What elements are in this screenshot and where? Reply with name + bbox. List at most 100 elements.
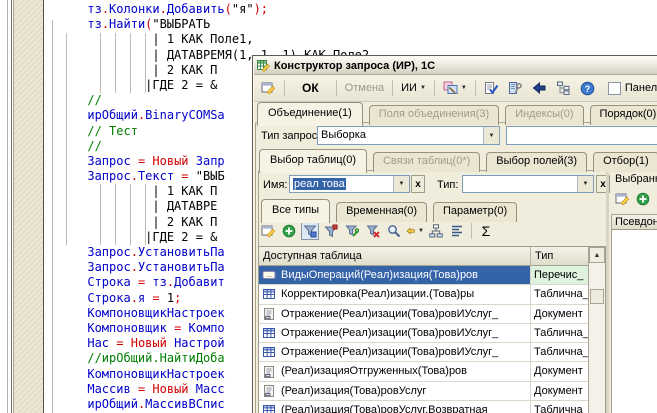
ok-button[interactable]: ОК: [290, 79, 331, 97]
list-settings-button[interactable]: [259, 222, 277, 240]
ii-menu-button[interactable]: ИИ▼: [398, 79, 429, 97]
checkbox-label: Панель паке: [625, 82, 657, 94]
scroll-thumb[interactable]: [590, 289, 604, 304]
main-tab-0[interactable]: Объединение(1): [257, 102, 363, 126]
table-row-0[interactable]: ...ВидыОпераций(Реал)изация(Това)ровПере…: [259, 266, 605, 285]
main-tab-2[interactable]: Индексы(0): [505, 105, 583, 125]
grid-icon: [259, 401, 279, 413]
toolbar-separator: [434, 80, 435, 96]
main-tabs: Объединение(1) Поля объединения(3) Индексы…: [257, 102, 657, 125]
table-type: Таблична_: [531, 285, 589, 303]
toolbar-separator: [471, 223, 472, 239]
toolbar-separator: [475, 80, 476, 96]
tables-grid-header[interactable]: Доступная таблица Тип: [259, 247, 605, 266]
panel-splitter[interactable]: [606, 172, 609, 413]
column-header-type[interactable]: Тип: [531, 247, 589, 265]
add-table-button[interactable]: [280, 222, 298, 240]
checkbox-icon[interactable]: [608, 82, 621, 95]
table-tab-1[interactable]: Связи таблиц(0*): [373, 152, 480, 172]
chevron-down-icon[interactable]: ▼: [393, 176, 409, 192]
sort-list-button[interactable]: [448, 222, 466, 240]
selected-tables-list[interactable]: [611, 229, 657, 413]
show-query-text-button[interactable]: [481, 79, 502, 97]
form-settings-button[interactable]: [258, 79, 279, 97]
name-filter-combo[interactable]: реал това ▼: [289, 175, 410, 193]
dialog-titlebar[interactable]: Конструктор запроса (ИР), 1С: [254, 57, 657, 75]
query-settings-button[interactable]: [505, 79, 526, 97]
selected-panel-toolbar: [613, 190, 657, 208]
table-row-2[interactable]: Отражение(Реал)изации(Това)ровИУслуг_Док…: [259, 305, 605, 324]
filter-used-toggle[interactable]: [301, 222, 319, 240]
svg-text:?: ?: [585, 84, 591, 94]
grid-icon: [259, 324, 279, 342]
table-name: Корректировка(Реал)изации.(Това)ры: [279, 285, 531, 303]
enum-icon: ...: [259, 266, 279, 284]
hierarchy-button[interactable]: [427, 222, 445, 240]
tables-grid-body: ...ВидыОпераций(Реал)изация(Това)ровПере…: [259, 266, 605, 413]
main-tab-1[interactable]: Поля объединения(3): [369, 105, 499, 125]
chevron-down-icon[interactable]: ▼: [577, 176, 593, 192]
batch-panel-checkbox[interactable]: Панель паке: [601, 79, 657, 97]
search-button[interactable]: [385, 222, 403, 240]
table-row-1[interactable]: Корректировка(Реал)изации.(Това)рыТаблич…: [259, 285, 605, 304]
types-tab-2[interactable]: Параметр(0): [433, 202, 517, 222]
name-clear-button[interactable]: x: [411, 175, 425, 193]
table-row-6[interactable]: (Реал)изация(Това)ровУслугДокумент: [259, 382, 605, 401]
table-row-7[interactable]: (Реал)изация(Това)ровУслуг.Возвратная_Та…: [259, 401, 605, 413]
selected-add-button[interactable]: [634, 190, 652, 208]
query-type-combo[interactable]: Выборка ▼: [317, 126, 500, 145]
cancel-button[interactable]: Отмена: [342, 79, 387, 97]
column-header-table[interactable]: Доступная таблица: [259, 247, 531, 265]
selected-settings-button[interactable]: [613, 190, 631, 208]
secondary-field[interactable]: [506, 126, 657, 145]
totals-button[interactable]: Σ: [477, 222, 495, 240]
table-name: (Реал)изация(Това)ровУслуг: [279, 382, 531, 400]
help-button[interactable]: ?: [577, 79, 598, 97]
alias-column-header[interactable]: Псевдон: [611, 214, 657, 230]
types-tab-1[interactable]: Временная(0): [336, 202, 427, 222]
chevron-down-icon[interactable]: ▼: [418, 228, 424, 234]
query-tree-button[interactable]: [553, 79, 574, 97]
table-tabs: Выбор таблиц(0) Связи таблиц(0*) Выбор пол…: [259, 149, 657, 172]
name-filter-value: реал това: [293, 178, 346, 190]
selected-tables-panel: Выбранны Псевдон: [611, 171, 657, 413]
table-tab-3[interactable]: Отбор(1): [593, 152, 657, 172]
code-line-3: | 1 КАК Поле1,: [44, 32, 369, 47]
view-style-button[interactable]: ▼: [440, 79, 470, 97]
chevron-down-icon[interactable]: ▼: [461, 85, 467, 91]
query-builder-icon: [257, 59, 270, 72]
chevron-down-icon[interactable]: ▼: [420, 85, 426, 91]
screenshot-root: тз.Колонки.Добавить("я"); тз.Найти("ВЫБР…: [0, 0, 657, 413]
types-toolbar: ▼Σ: [259, 220, 495, 241]
filter-set-button[interactable]: [322, 222, 340, 240]
filter-clear-button[interactable]: [364, 222, 382, 240]
svg-text:...: ...: [266, 272, 272, 279]
table-tab-2[interactable]: Выбор полей(3): [486, 152, 587, 172]
doc-icon: [259, 362, 279, 380]
goto-button[interactable]: ▼: [406, 222, 424, 240]
table-row-5[interactable]: (Реал)изацияОтгруженных(Това)ровДокумент: [259, 362, 605, 381]
table-row-3[interactable]: Отражение(Реал)изации(Това)ровИУслуг_Таб…: [259, 324, 605, 343]
doc-icon: [259, 382, 279, 400]
table-row-4[interactable]: Отражение(Реал)изации(Това)ровИУслуг_Таб…: [259, 343, 605, 362]
type-filter-combo[interactable]: ▼: [462, 175, 594, 193]
back-arrow-button[interactable]: [529, 79, 550, 97]
doc-icon: [259, 305, 279, 323]
query-type-value: Выборка: [321, 129, 366, 141]
editor-gutter[interactable]: [14, 0, 43, 413]
filter-edit-button[interactable]: [343, 222, 361, 240]
table-name: Отражение(Реал)изации(Това)ровИУслуг_: [279, 305, 531, 323]
query-builder-dialog: Конструктор запроса (ИР), 1С ОК Отмена ИИ▼…: [252, 55, 657, 413]
table-tab-0[interactable]: Выбор таблиц(0): [259, 149, 367, 173]
table-name: Отражение(Реал)изации(Това)ровИУслуг_: [279, 343, 531, 361]
table-name: (Реал)изацияОтгруженных(Това)ров: [279, 362, 531, 380]
scroll-up-icon[interactable]: ▲: [589, 247, 605, 263]
grid-scrollbar[interactable]: ▲: [588, 247, 605, 413]
type-filter-label: Тип:: [437, 179, 458, 191]
code-line-2: тз.Найти("ВЫБРАТЬ: [44, 17, 369, 32]
table-type: Документ: [531, 382, 589, 400]
chevron-down-icon[interactable]: ▼: [483, 127, 499, 144]
main-tab-3[interactable]: Порядок(0): [590, 105, 657, 125]
panel-edge-line: [7, 0, 8, 413]
types-tab-0[interactable]: Все типы: [261, 199, 330, 223]
